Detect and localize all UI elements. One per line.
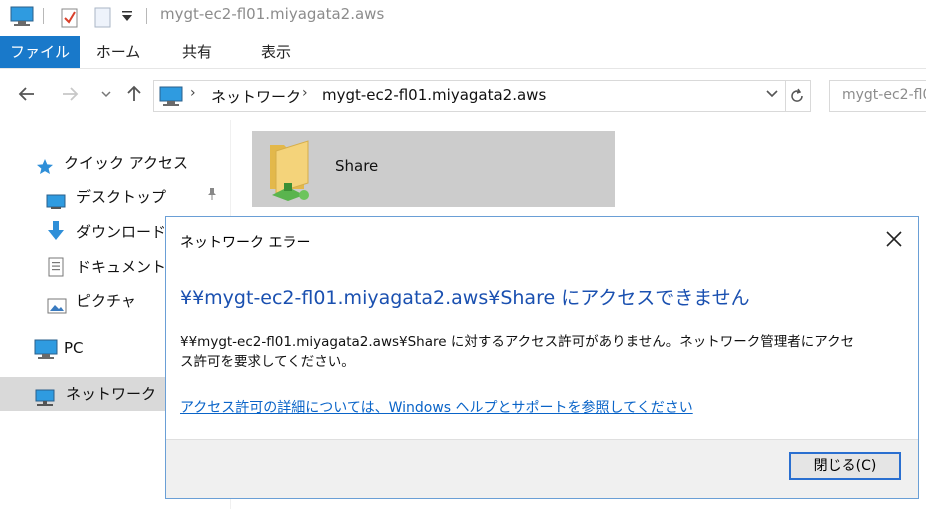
tab-share[interactable]: 共有	[165, 36, 229, 68]
refresh-button[interactable]	[784, 80, 811, 112]
shared-folder-icon	[264, 137, 320, 207]
tab-view[interactable]: 表示	[244, 36, 308, 68]
help-link[interactable]: アクセス許可の詳細については、Windows ヘルプとサポートを参照してください	[180, 397, 693, 417]
pictures-icon	[47, 294, 67, 324]
address-dropdown-button[interactable]	[765, 86, 779, 104]
recent-locations-button[interactable]	[94, 84, 118, 108]
sidebar-item-label: ドキュメント	[76, 258, 167, 276]
chevron-down-icon	[766, 90, 778, 98]
sidebar-item-label: デスクトップ	[76, 188, 167, 206]
arrow-right-icon	[63, 87, 79, 101]
arrow-left-icon	[18, 87, 34, 101]
folder-label: Share	[335, 157, 379, 175]
search-box[interactable]: mygt-ec2-fl01	[829, 80, 926, 112]
toolbar-separator	[43, 8, 44, 24]
close-icon[interactable]	[884, 229, 904, 249]
window-title: mygt-ec2-fl01.miyagata2.aws	[160, 5, 385, 23]
sidebar-item-label: ピクチャ	[76, 292, 136, 310]
dialog-footer: 閉じる(C)	[166, 439, 918, 498]
sidebar-item-label: ネットワーク	[66, 385, 157, 403]
close-button[interactable]: 閉じる(C)	[789, 452, 901, 480]
new-folder-icon[interactable]	[93, 6, 113, 32]
navigation-bar: › ネットワーク › mygt-ec2-fl01.miyagata2.aws m…	[0, 76, 926, 116]
chevron-right-icon: ›	[302, 85, 308, 101]
tab-home[interactable]: ホーム	[86, 36, 150, 68]
breadcrumb-network[interactable]: ネットワーク	[211, 86, 301, 107]
forward-button[interactable]	[58, 84, 82, 108]
computer-icon[interactable]	[10, 6, 34, 30]
pc-icon	[34, 339, 58, 369]
dialog-heading: ¥¥mygt-ec2-fl01.miyagata2.aws¥Share にアクセ…	[180, 287, 750, 309]
sidebar-item-desktop[interactable]: デスクトップ	[46, 182, 226, 212]
pc-icon	[159, 86, 183, 110]
document-icon	[48, 257, 64, 287]
pin-icon[interactable]	[206, 182, 218, 212]
breadcrumb-host[interactable]: mygt-ec2-fl01.miyagata2.aws	[322, 86, 546, 104]
star-icon	[36, 155, 54, 185]
network-error-dialog: ネットワーク エラー ¥¥mygt-ec2-fl01.miyagata2.aws…	[165, 216, 919, 499]
toolbar-separator	[146, 8, 147, 24]
sidebar-item-label: PC	[64, 339, 84, 357]
chevron-right-icon: ›	[190, 85, 196, 101]
folder-item-share[interactable]: Share	[252, 131, 615, 207]
properties-icon[interactable]	[60, 6, 80, 32]
tab-file[interactable]: ファイル	[0, 36, 80, 68]
arrow-up-icon	[127, 85, 141, 101]
dialog-message: ¥¥mygt-ec2-fl01.miyagata2.aws¥Share に対する…	[180, 332, 905, 372]
ribbon-tabs: ファイル ホーム 共有 表示	[0, 36, 926, 69]
title-bar: mygt-ec2-fl01.miyagata2.aws	[0, 0, 926, 34]
back-button[interactable]	[15, 84, 39, 108]
dialog-message-line: ス許可を要求してください。	[180, 354, 355, 370]
sidebar-item-label: ダウンロード	[76, 223, 167, 241]
customize-toolbar-icon[interactable]	[121, 9, 133, 27]
up-button[interactable]	[122, 84, 146, 108]
download-icon	[46, 220, 66, 252]
dialog-title: ネットワーク エラー	[180, 235, 311, 251]
network-icon	[34, 385, 56, 419]
refresh-icon	[791, 88, 803, 102]
address-bar[interactable]: › ネットワーク › mygt-ec2-fl01.miyagata2.aws	[153, 80, 786, 112]
chevron-down-icon	[101, 91, 111, 98]
dialog-message-line: ¥¥mygt-ec2-fl01.miyagata2.aws¥Share に対する…	[180, 334, 855, 350]
desktop-icon	[46, 190, 66, 220]
sidebar-item-label: クイック アクセス	[64, 154, 189, 172]
search-placeholder: mygt-ec2-fl01	[842, 87, 926, 103]
